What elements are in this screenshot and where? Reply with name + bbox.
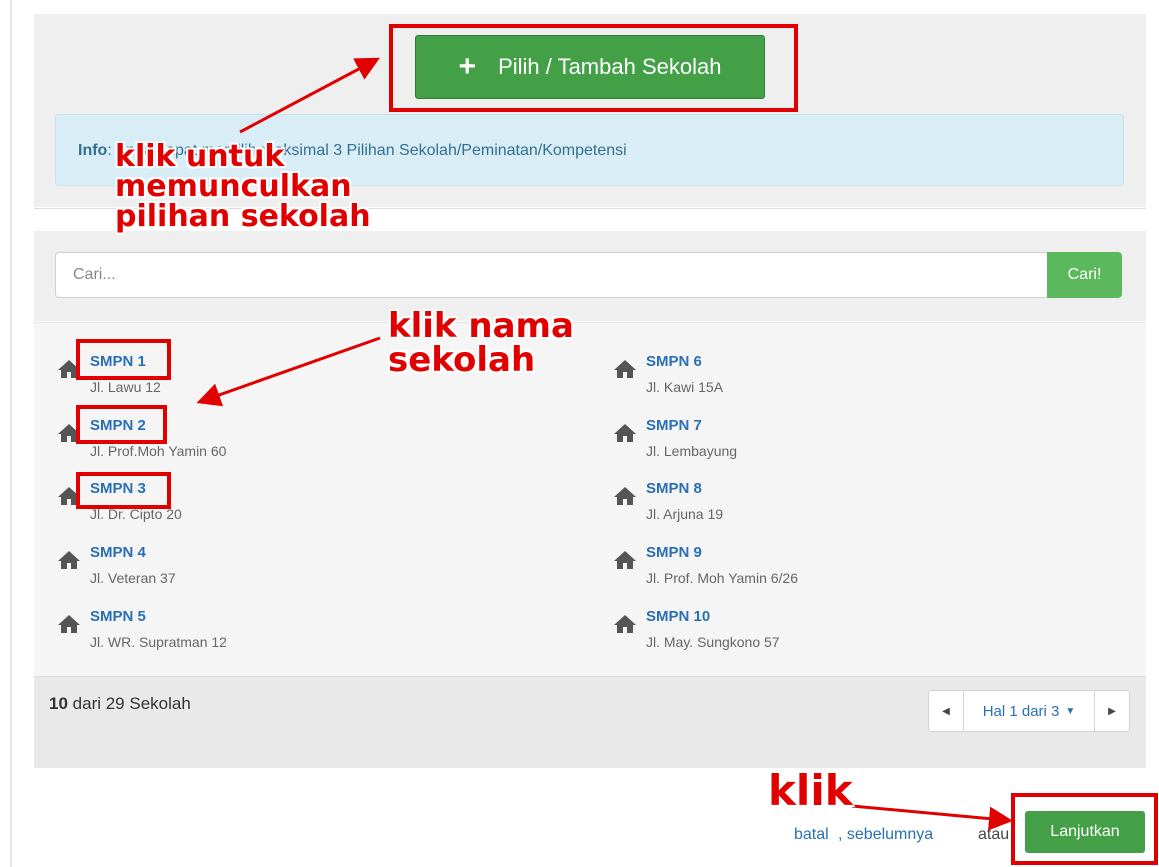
annotation-next-note: klik [768, 766, 853, 815]
highlight-school-3 [76, 472, 171, 509]
note-line: pilihan sekolah [115, 199, 371, 234]
home-icon [614, 360, 636, 378]
left-border [10, 0, 12, 867]
or-text: atau [978, 826, 1010, 843]
school-address: Jl. Arjuna 19 [646, 506, 724, 522]
info-label: Info [78, 142, 108, 159]
school-name-link[interactable]: SMPN 5 [90, 608, 146, 625]
school-address: Jl. Prof.Moh Yamin 60 [90, 443, 227, 459]
school-name-link[interactable]: SMPN 4 [90, 544, 146, 561]
highlight-add-button [389, 24, 798, 112]
total-count-text: dari 29 Sekolah [72, 694, 191, 713]
school-address: Jl. Lawu 12 [90, 379, 161, 395]
search-input[interactable] [55, 252, 1048, 298]
school-list [34, 322, 1146, 676]
school-name-link[interactable]: SMPN 6 [646, 353, 702, 370]
school-name-link[interactable]: SMPN 7 [646, 417, 702, 434]
note-line: klik untuk [115, 139, 285, 174]
home-icon [58, 551, 80, 569]
highlight-school-1 [76, 339, 171, 380]
page-label: Hal 1 dari 3 [982, 702, 1060, 720]
school-address: Jl. May. Sungkono 57 [646, 634, 780, 650]
annotation-name-note: klik nama sekolah [388, 309, 574, 377]
result-count: 10 dari 29 Sekolah [49, 694, 191, 714]
school-name-link[interactable]: SMPN 9 [646, 544, 702, 561]
highlight-continue [1011, 793, 1158, 865]
page-select[interactable]: Hal 1 dari 3 ▼ [964, 703, 1094, 720]
home-icon [614, 487, 636, 505]
school-address: Jl. WR. Supratman 12 [90, 634, 227, 650]
pagination: ◀ Hal 1 dari 3 ▼ ▶ [928, 690, 1130, 732]
highlight-school-2 [76, 405, 167, 444]
note-line: memunculkan [115, 169, 352, 204]
home-icon [614, 551, 636, 569]
school-name-link[interactable]: SMPN 10 [646, 608, 710, 625]
caret-right-icon[interactable]: ▶ [1094, 691, 1129, 731]
cancel-link[interactable]: batal [794, 826, 829, 844]
shown-count: 10 [49, 694, 68, 713]
search-button[interactable]: Cari! [1047, 252, 1122, 298]
home-icon [58, 615, 80, 633]
caret-down-icon: ▼ [1065, 705, 1076, 717]
school-address: Jl. Prof. Moh Yamin 6/26 [646, 570, 798, 586]
school-name-link[interactable]: SMPN 8 [646, 480, 702, 497]
home-icon [614, 615, 636, 633]
school-address: Jl. Veteran 37 [90, 570, 176, 586]
note-line: sekolah [388, 340, 536, 380]
school-address: Jl. Lembayung [646, 443, 738, 459]
caret-left-icon[interactable]: ◀ [929, 691, 964, 731]
home-icon [614, 424, 636, 442]
note-line: klik nama [388, 306, 574, 346]
school-address: Jl. Kawi 15A [646, 379, 724, 395]
arrow-to-continue [851, 804, 1013, 831]
previous-link[interactable]: , sebelumnya [838, 826, 933, 844]
annotation-add-note: klik untuk memunculkan pilihan sekolah [115, 142, 371, 232]
